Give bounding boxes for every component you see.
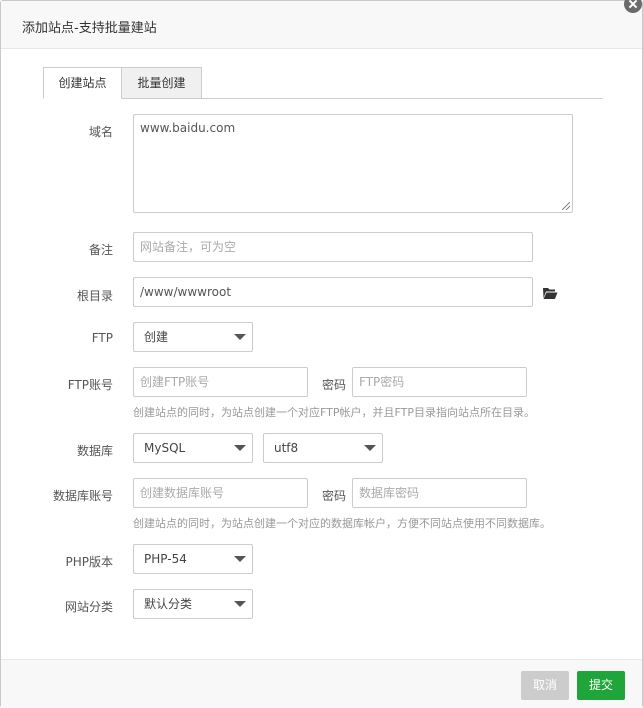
add-site-dialog: 添加站点-支持批量建站 创建站点 批量创建 域名 www.baidu.com 备… bbox=[0, 0, 643, 708]
dialog-title: 添加站点-支持批量建站 bbox=[22, 21, 157, 36]
database-type-select[interactable]: MySQL bbox=[133, 433, 253, 463]
tab-bar: 创建站点 批量创建 bbox=[43, 67, 603, 99]
chevron-down-icon bbox=[234, 601, 246, 607]
site-category-selected: 默认分类 bbox=[144, 597, 193, 611]
db-password-label: 密码 bbox=[321, 489, 346, 503]
ftp-account-label: FTP账号 bbox=[67, 378, 113, 392]
site-category-select[interactable]: 默认分类 bbox=[133, 589, 253, 619]
db-account-label: 数据库账号 bbox=[52, 489, 113, 503]
ftp-select[interactable]: 创建 bbox=[133, 322, 253, 352]
cancel-button[interactable]: 取消 bbox=[521, 671, 569, 700]
db-password-input[interactable]: 数据库密码 bbox=[352, 478, 527, 508]
database-type-selected: MySQL bbox=[144, 441, 186, 455]
ftp-password-label: 密码 bbox=[321, 378, 346, 392]
database-label: 数据库 bbox=[76, 444, 113, 458]
php-version-label: PHP版本 bbox=[65, 555, 114, 569]
remark-label: 备注 bbox=[88, 243, 113, 257]
domain-value: www.baidu.com bbox=[140, 121, 236, 135]
domain-textarea[interactable]: www.baidu.com bbox=[133, 114, 573, 213]
chevron-down-icon bbox=[234, 556, 246, 562]
chevron-down-icon bbox=[364, 445, 376, 451]
folder-open-icon[interactable] bbox=[542, 286, 558, 300]
resize-handle-icon[interactable] bbox=[562, 202, 570, 210]
dialog-footer: 取消 提交 bbox=[1, 659, 642, 708]
database-charset-select[interactable]: utf8 bbox=[263, 433, 383, 463]
database-charset-selected: utf8 bbox=[274, 441, 299, 455]
ftp-selected: 创建 bbox=[144, 330, 169, 344]
domain-label: 域名 bbox=[88, 125, 113, 139]
ftp-label: FTP bbox=[91, 331, 113, 345]
chevron-down-icon bbox=[234, 334, 246, 340]
tab-batch-create[interactable]: 批量创建 bbox=[122, 67, 202, 99]
remark-input[interactable]: 网站备注，可为空 bbox=[133, 232, 533, 262]
php-version-selected: PHP-54 bbox=[144, 552, 187, 566]
chevron-down-icon bbox=[234, 445, 246, 451]
ftp-password-input[interactable]: FTP密码 bbox=[352, 367, 527, 397]
submit-button[interactable]: 提交 bbox=[577, 671, 625, 700]
root-dir-label: 根目录 bbox=[76, 289, 113, 303]
ftp-hint: 创建站点的同时，为站点创建一个对应FTP帐户，并且FTP目录指向站点所在目录。 bbox=[133, 406, 535, 419]
php-version-select[interactable]: PHP-54 bbox=[133, 544, 253, 574]
root-dir-input[interactable]: /www/wwwroot bbox=[133, 277, 533, 307]
site-category-label: 网站分类 bbox=[64, 600, 113, 614]
dialog-titlebar: 添加站点-支持批量建站 bbox=[1, 1, 642, 49]
tab-create-site[interactable]: 创建站点 bbox=[43, 67, 122, 99]
db-hint: 创建站点的同时，为站点创建一个对应的数据库帐户，方便不同站点使用不同数据库。 bbox=[133, 517, 551, 530]
